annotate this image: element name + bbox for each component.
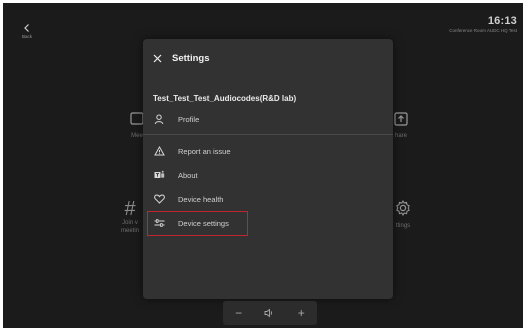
teams-room-screen: Back 16:13 Conference Room AUDC HQ Test … [3,3,523,328]
menu-item-device-health[interactable]: Device health [143,187,393,211]
back-button[interactable]: Back [15,23,39,39]
menu-item-report-issue-label: Report an issue [178,146,231,156]
menu-item-profile-label: Profile [178,114,200,124]
chevron-left-icon [24,24,29,32]
settings-panel: Settings Test_Test_Test_Audiocodes(R&D l… [143,39,393,299]
settings-header: Settings [151,51,209,65]
clock-time: 16:13 [487,15,517,27]
volume-bar: − + [223,301,317,325]
room-name: Conference Room AUDC HQ Test [449,28,517,33]
close-icon [153,54,161,62]
heart-icon [153,193,165,205]
menu-item-device-settings[interactable]: Device settings [143,211,393,236]
home-tile-settings-label: ttings [395,223,411,229]
menu-item-device-settings-label: Device settings [178,218,229,228]
person-icon [153,113,165,125]
home-tile-settings: ttings [389,199,417,230]
menu-divider [143,134,393,135]
back-label: Back [21,34,32,39]
share-icon [394,112,408,126]
warning-icon [153,145,165,157]
teams-icon [153,169,165,181]
menu-item-device-health-label: Device health [178,194,224,204]
home-tile-join-label-1: Join v [122,220,138,226]
volume-up-button[interactable]: + [291,303,311,323]
hash-icon: # [124,198,136,220]
menu-item-about[interactable]: About [143,163,393,187]
close-button[interactable] [151,52,163,64]
sliders-icon [153,217,165,229]
speaker-icon [260,303,280,323]
account-name: Test_Test_Test_Audiocodes(R&D lab) [153,94,297,103]
menu-item-about-label: About [178,170,198,180]
volume-down-button[interactable]: − [229,303,249,323]
home-tile-join: # Join v meetin [115,199,145,235]
settings-menu: Profile Report an issue About Device hea… [143,107,393,236]
menu-item-profile[interactable]: Profile [143,107,393,131]
gear-icon [396,200,410,216]
home-tile-join-label-2: meetin [120,228,139,234]
clock-area: 16:13 Conference Room AUDC HQ Test [449,15,517,33]
menu-item-report-issue[interactable]: Report an issue [143,139,393,163]
settings-title: Settings [172,52,210,64]
